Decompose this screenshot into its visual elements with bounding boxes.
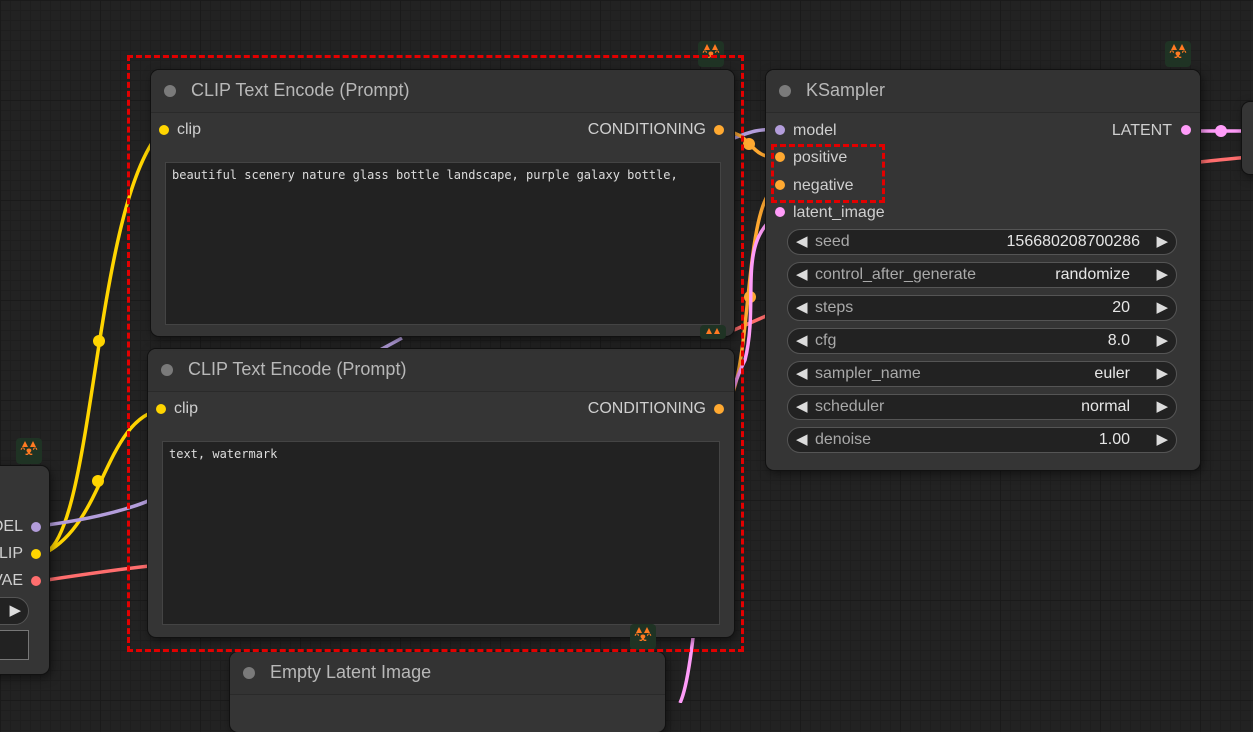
ckpt-preview-box[interactable] xyxy=(0,630,29,660)
increment-arrow-icon[interactable]: ▶ xyxy=(1156,232,1168,252)
increment-arrow-icon[interactable]: ▶ xyxy=(1156,331,1168,351)
decrement-arrow-icon[interactable]: ◀ xyxy=(796,265,808,285)
fox-icon: ᵔᴥᵔ xyxy=(1165,41,1191,67)
denoise-widget[interactable]: ◀ denoise 1.00 ▶ xyxy=(787,427,1177,453)
clip-output-dot[interactable] xyxy=(31,549,41,559)
widget-label: scheduler xyxy=(815,398,885,415)
input-model-label: model xyxy=(793,122,837,139)
widget-label: sampler_name xyxy=(815,365,921,382)
checkpoint-loader-node[interactable]: DEL LIP VAE ▶ xyxy=(0,466,49,674)
decrement-arrow-icon[interactable]: ◀ xyxy=(796,430,808,450)
output-model[interactable]: DEL xyxy=(0,516,23,538)
highlight-clip-encode-nodes xyxy=(127,55,744,652)
input-latent-label: latent_image xyxy=(793,204,885,221)
fox-icon: ᵔᴥᵔ xyxy=(16,438,42,464)
widget-value: 8.0 xyxy=(1107,332,1130,349)
increment-arrow-icon[interactable]: ▶ xyxy=(1156,430,1168,450)
node-title: KSampler xyxy=(806,80,886,100)
widget-value: 20 xyxy=(1112,299,1130,316)
node-title-bar[interactable]: KSampler xyxy=(766,70,1200,113)
wire-reroute-dot xyxy=(92,475,104,487)
widget-value: 1.00 xyxy=(1098,431,1130,448)
empty-latent-node[interactable]: Empty Latent Image xyxy=(230,652,665,732)
widget-value: randomize xyxy=(1055,266,1130,283)
control-after-generate-widget[interactable]: ◀ control_after_generate randomize ▶ xyxy=(787,262,1177,288)
latent-input-dot[interactable] xyxy=(775,207,785,217)
wire-reroute-dot xyxy=(1215,125,1227,137)
output-model-label: DEL xyxy=(0,518,23,535)
widget-label: control_after_generate xyxy=(815,266,976,283)
widget-value: 156680208700286 xyxy=(1006,233,1140,250)
increment-arrow-icon[interactable]: ▶ xyxy=(1156,364,1168,384)
collapse-dot[interactable] xyxy=(779,85,791,97)
wire-reroute-dot xyxy=(743,138,755,150)
collapse-dot[interactable] xyxy=(243,667,255,679)
latent-output-dot[interactable] xyxy=(1181,125,1191,135)
widget-label: cfg xyxy=(815,332,837,349)
wire-reroute-dot xyxy=(93,335,105,347)
increment-arrow-icon[interactable]: ▶ xyxy=(1156,298,1168,318)
model-input-dot[interactable] xyxy=(775,125,785,135)
cfg-widget[interactable]: ◀ cfg 8.0 ▶ xyxy=(787,328,1177,354)
widget-label: denoise xyxy=(815,431,872,448)
node-title-bar[interactable]: Empty Latent Image xyxy=(230,652,665,695)
widget-label: steps xyxy=(815,299,854,316)
sampler-name-widget[interactable]: ◀ sampler_name euler ▶ xyxy=(787,361,1177,387)
widget-label: seed xyxy=(815,233,850,250)
widget-value: normal xyxy=(1081,398,1130,415)
output-clip[interactable]: LIP xyxy=(0,543,23,565)
seed-widget[interactable]: ◀ seed 156680208700286 ▶ xyxy=(787,229,1177,255)
ckpt-widget[interactable]: ▶ xyxy=(0,597,29,625)
decrement-arrow-icon[interactable]: ◀ xyxy=(796,364,808,384)
output-latent-label: LATENT xyxy=(1111,122,1172,139)
highlight-positive-negative-inputs xyxy=(771,144,885,203)
vae-decode-node-partial[interactable] xyxy=(1242,102,1253,174)
ksampler-node[interactable]: KSampler model positive negative latent_… xyxy=(766,70,1200,470)
decrement-arrow-icon[interactable]: ◀ xyxy=(796,232,808,252)
arrow-right-icon[interactable]: ▶ xyxy=(9,601,21,621)
widget-value: euler xyxy=(1094,365,1130,382)
vae-output-dot[interactable] xyxy=(31,576,41,586)
node-title: Empty Latent Image xyxy=(270,662,432,682)
decrement-arrow-icon[interactable]: ◀ xyxy=(796,397,808,417)
decrement-arrow-icon[interactable]: ◀ xyxy=(796,331,808,351)
scheduler-widget[interactable]: ◀ scheduler normal ▶ xyxy=(787,394,1177,420)
increment-arrow-icon[interactable]: ▶ xyxy=(1156,397,1168,417)
steps-widget[interactable]: ◀ steps 20 ▶ xyxy=(787,295,1177,321)
output-vae-label: VAE xyxy=(0,572,23,589)
output-vae[interactable]: VAE xyxy=(0,570,23,592)
increment-arrow-icon[interactable]: ▶ xyxy=(1156,265,1168,285)
decrement-arrow-icon[interactable]: ◀ xyxy=(796,298,808,318)
output-clip-label: LIP xyxy=(0,545,23,562)
model-output-dot[interactable] xyxy=(31,522,41,532)
